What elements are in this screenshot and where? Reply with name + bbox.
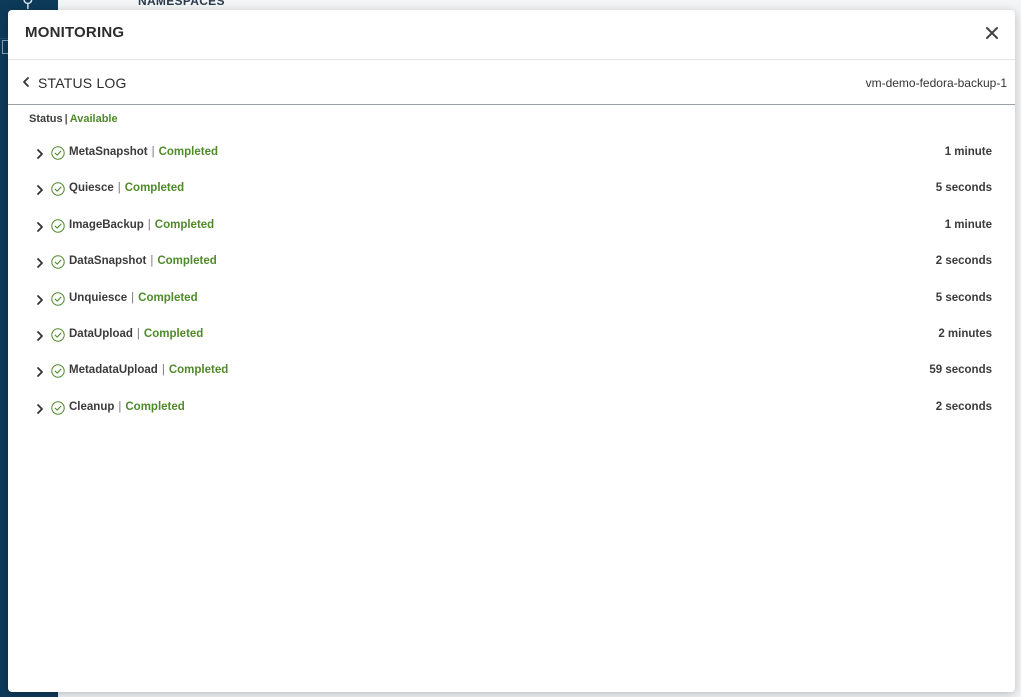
step-state: Completed [158,146,219,158]
monitoring-modal: MONITORING STATUS LOG vm-demo-fedora-bac… [8,10,1015,692]
step-duration: 59 seconds [929,364,992,377]
step-state: Completed [143,327,204,340]
step-separator: | [131,291,135,304]
step-name: ImageBackup [69,218,144,231]
chevron-right-icon[interactable] [35,147,45,159]
step-state: Completed [168,364,229,377]
close-button[interactable] [983,24,1001,42]
step-separator: | [118,400,122,413]
status-separator: | [64,113,68,125]
status-value: Available [69,113,118,125]
step-duration: 2 seconds [935,400,992,413]
step-row-dataupload[interactable]: DataUpload | Completed 2 minutes [8,318,1015,354]
chevron-left-icon [23,77,29,87]
step-separator: | [151,146,155,158]
status-log-title: STATUS LOG [38,75,127,91]
step-duration: 1 minute [944,218,992,231]
step-state: Completed [124,182,185,195]
resource-name: vm-demo-fedora-backup-1 [865,76,1007,90]
step-name: Cleanup [69,400,115,413]
step-separator: | [161,364,165,377]
step-name: DataUpload [69,327,133,340]
step-row-cleanup[interactable]: Cleanup | Completed 2 seconds [8,391,1015,427]
chevron-right-icon[interactable] [35,365,45,378]
step-row-metasnapshot[interactable]: MetaSnapshot | Completed 1 minute [8,136,1015,172]
step-separator: | [136,327,140,340]
step-state: Completed [138,291,198,304]
modal-title: MONITORING [25,24,125,41]
step-row-quiesce[interactable]: Quiesce | Completed 5 seconds [8,172,1015,208]
check-circle-icon [51,182,65,197]
step-name: MetaSnapshot [69,146,148,158]
close-icon [986,27,998,39]
step-separator: | [117,182,121,195]
step-duration: 2 minutes [938,327,992,340]
step-state: Completed [157,255,217,268]
step-name: Unquiesce [69,291,128,304]
back-button[interactable] [20,74,34,90]
check-circle-icon [51,291,65,306]
step-duration: 2 seconds [935,255,992,268]
check-circle-icon [51,219,65,233]
step-duration: 1 minute [944,146,992,158]
chevron-right-icon[interactable] [35,220,45,232]
status-log-header: STATUS LOG vm-demo-fedora-backup-1 [8,60,1015,105]
step-state: Completed [154,218,215,231]
step-row-metadataupload[interactable]: MetadataUpload | Completed 59 seconds [8,354,1015,390]
check-circle-icon [51,401,65,415]
check-circle-icon [51,255,65,269]
step-separator: | [150,255,154,268]
step-duration: 5 seconds [935,291,992,304]
status-steps-list: MetaSnapshot | Completed 1 minute Quiesce |… [8,136,1015,427]
chevron-right-icon[interactable] [35,256,45,269]
step-duration: 5 seconds [935,182,992,195]
step-name: DataSnapshot [69,255,147,268]
namespaces-label: NAMESPACES [138,0,225,8]
check-circle-icon [51,146,65,160]
chevron-right-icon[interactable] [35,402,45,414]
step-name: Quiesce [69,182,114,195]
step-name: MetadataUpload [69,364,158,377]
check-circle-icon [51,328,65,342]
step-state: Completed [125,400,185,413]
step-row-imagebackup[interactable]: ImageBackup | Completed 1 minute [8,209,1015,245]
overall-status: Status | Available [29,113,118,125]
chevron-right-icon[interactable] [35,293,45,305]
step-separator: | [147,218,151,231]
check-circle-icon [51,364,65,379]
chevron-right-icon[interactable] [35,183,45,196]
step-row-datasnapshot[interactable]: DataSnapshot | Completed 2 seconds [8,245,1015,281]
chevron-right-icon[interactable] [35,329,45,341]
status-label: Status [29,113,63,125]
modal-header: MONITORING [8,10,1015,60]
step-row-unquiesce[interactable]: Unquiesce | Completed 5 seconds [8,282,1015,318]
